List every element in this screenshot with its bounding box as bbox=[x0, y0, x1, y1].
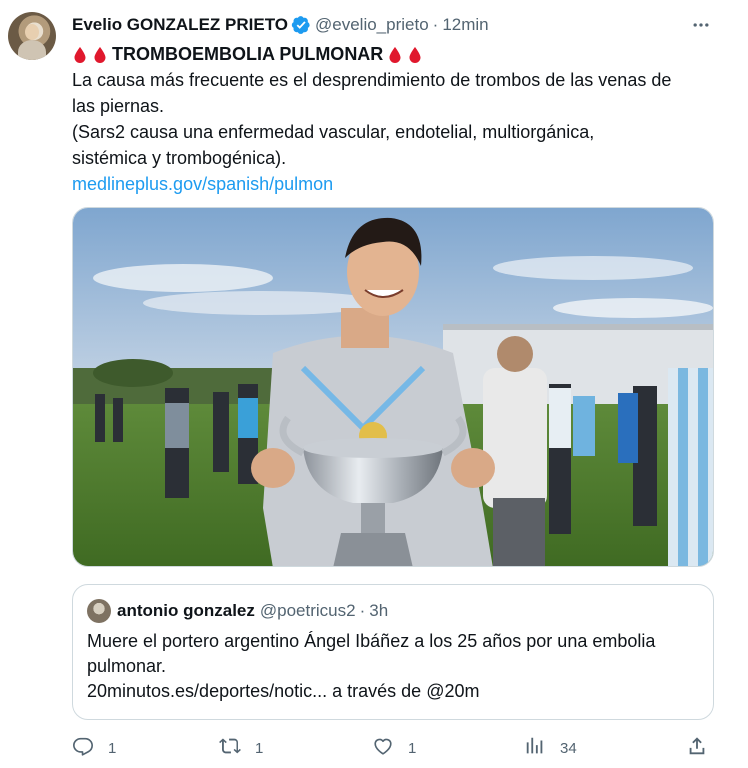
quoted-tweet-timestamp: 3h bbox=[369, 601, 389, 620]
retweet-button[interactable]: 1 bbox=[219, 735, 263, 761]
author-avatar[interactable] bbox=[8, 12, 56, 60]
blood-drop-icon bbox=[408, 45, 422, 63]
quoted-text-line: Muere el portero argentino Ángel Ibáñez … bbox=[87, 631, 656, 651]
headline-text: TROMBOEMBOLIA PULMONAR bbox=[112, 44, 384, 64]
quoted-author-avatar bbox=[87, 599, 111, 623]
avatar-face bbox=[25, 24, 39, 40]
tweet-body-line: (Sars2 causa una enfermedad vascular, en… bbox=[72, 122, 595, 142]
retweet-count: 1 bbox=[255, 739, 264, 757]
quoted-text-line: 20minutos.es/deportes/notic... a través … bbox=[87, 681, 480, 701]
like-button[interactable]: 1 bbox=[372, 735, 416, 761]
quoted-author-name: antonio gonzalez bbox=[117, 601, 255, 620]
like-count: 1 bbox=[408, 739, 417, 757]
quoted-tweet-header: antonio gonzalez @poetricus2 · 3h bbox=[87, 599, 699, 623]
reply-button[interactable]: 1 bbox=[72, 735, 116, 761]
quoted-text-line: pulmonar. bbox=[87, 656, 167, 676]
tweet-body-line: La causa más frecuente es el desprendimi… bbox=[72, 70, 672, 90]
like-icon bbox=[372, 735, 394, 761]
blood-drop-icon bbox=[73, 45, 87, 63]
tweet-body-line: las piernas. bbox=[72, 96, 165, 116]
tweet-headline: TROMBOEMBOLIA PULMONAR bbox=[72, 41, 714, 67]
retweet-icon bbox=[219, 735, 241, 761]
blood-drop-icon bbox=[388, 45, 402, 63]
author-handle[interactable]: @evelio_prieto bbox=[315, 15, 429, 35]
tweet-photo[interactable] bbox=[72, 207, 714, 567]
tweet-header: Evelio GONZALEZ PRIETO @evelio_prieto · … bbox=[72, 12, 714, 38]
tweet-link[interactable]: medlineplus.gov/spanish/pulmon bbox=[72, 171, 714, 197]
more-options-icon[interactable] bbox=[688, 12, 714, 38]
quoted-tweet-text: Muere el portero argentino Ángel Ibáñez … bbox=[87, 629, 699, 704]
tweet-body-line: sistémica y trombogénica). bbox=[72, 148, 287, 168]
views-icon bbox=[524, 735, 546, 761]
views-count: 34 bbox=[560, 739, 577, 757]
reply-count: 1 bbox=[108, 739, 117, 757]
author-display-name[interactable]: Evelio GONZALEZ PRIETO bbox=[72, 15, 288, 35]
tweet-timestamp[interactable]: 12min bbox=[442, 15, 488, 35]
quoted-header-separator: · bbox=[359, 601, 366, 620]
quoted-author-handle: @poetricus2 bbox=[259, 601, 356, 620]
tweet[interactable]: Evelio GONZALEZ PRIETO @evelio_prieto · … bbox=[0, 0, 748, 768]
quoted-tweet[interactable]: antonio gonzalez @poetricus2 · 3h Muere … bbox=[72, 584, 714, 720]
reply-icon bbox=[72, 735, 94, 761]
tweet-text: TROMBOEMBOLIA PULMONAR La causa más frec… bbox=[72, 41, 714, 197]
views-button[interactable]: 34 bbox=[524, 735, 577, 761]
header-separator: · bbox=[432, 15, 439, 34]
verified-badge-icon bbox=[291, 15, 311, 35]
share-icon bbox=[686, 735, 708, 761]
blood-drop-icon bbox=[93, 45, 107, 63]
tweet-actions: 1 1 1 34 bbox=[72, 734, 714, 762]
avatar-shirt bbox=[18, 40, 46, 60]
share-button[interactable] bbox=[686, 735, 708, 761]
tweet-content: Evelio GONZALEZ PRIETO @evelio_prieto · … bbox=[72, 12, 714, 197]
